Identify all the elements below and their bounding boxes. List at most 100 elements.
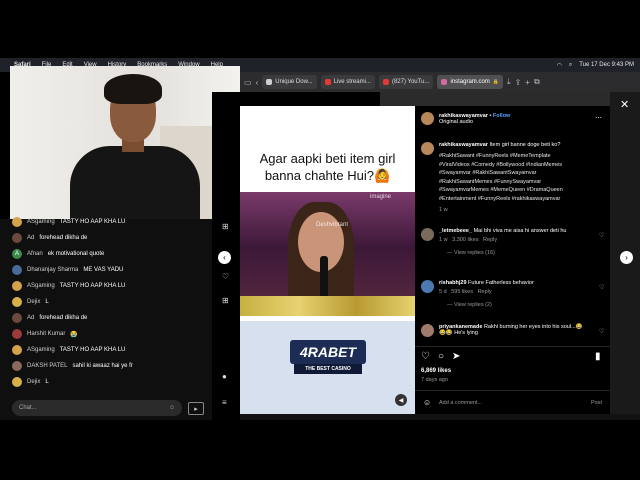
comment-icon[interactable]: ○ bbox=[438, 351, 444, 362]
chat-text: ME VAS YADU bbox=[83, 267, 124, 273]
search-icon[interactable]: ⌕ bbox=[569, 62, 572, 69]
comment-likes[interactable]: 595 likes bbox=[451, 289, 473, 295]
caption-username[interactable]: rakhikaswayamvar bbox=[439, 142, 488, 148]
chevron-right-icon: › bbox=[625, 253, 628, 262]
create-icon[interactable]: ⊞ bbox=[222, 222, 229, 231]
avatar bbox=[12, 265, 22, 275]
chevron-left-icon: ‹ bbox=[223, 253, 226, 262]
hashtag-line[interactable]: #ViralVideos #Comedy #Bollywood #IndianM… bbox=[439, 161, 609, 170]
chat-username: ASgaming bbox=[27, 347, 55, 353]
menu-icon[interactable]: ≡ bbox=[222, 398, 227, 407]
chat-text: TASTY HO AAP KHA LU bbox=[59, 283, 126, 289]
add-comment-input[interactable]: Add a comment... bbox=[439, 400, 482, 406]
avatar[interactable] bbox=[421, 324, 434, 337]
browser-toolbar: ▭ ‹ Unique Dow... Live streami... (827) … bbox=[240, 72, 640, 92]
hashtag-line[interactable]: #SwayamvarMemes #MemeQueen #DramaQueen bbox=[439, 186, 609, 195]
divider bbox=[415, 346, 610, 347]
share-icon[interactable]: ➤ bbox=[452, 351, 460, 362]
chat-message: ASgaming TASTY HO AAP KHA LU bbox=[12, 217, 125, 227]
new-tab-icon[interactable]: + bbox=[525, 78, 530, 87]
follow-button[interactable]: Follow bbox=[493, 113, 510, 119]
download-icon[interactable]: ⤓ bbox=[507, 77, 511, 87]
like-comment-icon[interactable]: ♡ bbox=[599, 284, 604, 291]
hashtag-line[interactable]: #Entertainment #FunnyReels #rakhikaswaya… bbox=[439, 195, 609, 204]
post-likes[interactable]: 6,869 likes bbox=[421, 368, 451, 374]
avatar bbox=[12, 361, 22, 371]
avatar[interactable] bbox=[421, 228, 434, 241]
watermark-text: Deshvibrant bbox=[316, 222, 349, 228]
video-clip: imagine Deshvibrant bbox=[240, 192, 415, 316]
avatar[interactable] bbox=[421, 142, 434, 155]
close-icon[interactable]: ✕ bbox=[620, 98, 629, 111]
avatar[interactable] bbox=[421, 280, 434, 293]
avatar bbox=[12, 217, 22, 227]
chat-username: Afnan bbox=[27, 251, 43, 257]
chat-text: ek motivational quote bbox=[47, 251, 105, 257]
browser-tab-2[interactable]: Live streami... bbox=[320, 75, 375, 89]
avatar[interactable] bbox=[421, 112, 434, 125]
comment: _letmebeee_ Mai bhi viva me aisa hi answ… bbox=[421, 228, 596, 256]
chat-message: Dejix L bbox=[12, 297, 49, 307]
browser-tab-instagram[interactable]: instagram.com 🔒 bbox=[437, 75, 504, 89]
chat-message: Ad forehead dikha de bbox=[12, 313, 87, 323]
avatar bbox=[12, 377, 22, 387]
more-options-icon[interactable]: ⋯ bbox=[595, 114, 602, 122]
view-replies-button[interactable]: View replies (16) bbox=[454, 250, 495, 256]
emoji-icon[interactable]: ☺ bbox=[169, 405, 175, 411]
reply-button[interactable]: Reply bbox=[478, 289, 492, 295]
browser-tab-3[interactable]: (827) YouTu... bbox=[378, 75, 434, 89]
tab-overview-icon[interactable]: ⧉ bbox=[534, 77, 540, 87]
hashtag-line[interactable]: #RakhiSawantMemes #FunnySwayamvar bbox=[439, 178, 609, 187]
video-caption: Agar aapki beti item girl banna chahte H… bbox=[259, 151, 396, 183]
mute-button[interactable]: ◀ bbox=[395, 394, 407, 406]
post-username[interactable]: rakhikaswayamvar bbox=[439, 113, 488, 119]
share-icon[interactable]: ⇪ bbox=[515, 78, 522, 87]
sidebar-toggle-icon[interactable]: ▭ bbox=[244, 78, 252, 87]
like-icon[interactable]: ♡ bbox=[421, 351, 430, 362]
chat-input[interactable]: Chat... ☺ bbox=[12, 400, 182, 416]
reply-button[interactable]: Reply bbox=[483, 237, 497, 243]
emoji-icon[interactable]: ☺ bbox=[423, 398, 431, 407]
instagram-icon bbox=[441, 79, 448, 85]
save-icon[interactable]: ▮ bbox=[595, 351, 601, 362]
hashtag-line[interactable]: #RakhiSawant #FunnyReels #MemeTemplate bbox=[439, 152, 609, 161]
previous-post-button[interactable]: ‹ bbox=[218, 251, 231, 264]
chat-username: Harshit Kumar bbox=[27, 331, 66, 337]
like-comment-icon[interactable]: ♡ bbox=[599, 232, 604, 239]
next-post-button[interactable]: › bbox=[620, 251, 633, 264]
comment-age: 5 d bbox=[439, 289, 447, 295]
divider bbox=[415, 390, 610, 391]
post-comment-button[interactable]: Post bbox=[591, 400, 602, 406]
like-comment-icon[interactable]: ♡ bbox=[599, 328, 604, 335]
post-details-panel: rakhikaswayamvar • Follow Original audio… bbox=[415, 106, 610, 414]
chat-message: Dejix L bbox=[12, 377, 49, 387]
chat-username: ASgaming bbox=[27, 283, 55, 289]
audio-label[interactable]: Original audio bbox=[439, 119, 510, 125]
reel-video[interactable]: Agar aapki beti item girl banna chahte H… bbox=[240, 106, 415, 414]
add-post-icon[interactable]: ⊞ bbox=[222, 296, 229, 305]
notifications-icon[interactable]: ● bbox=[222, 372, 227, 381]
chat-username: Ad bbox=[27, 315, 35, 321]
chat-username: DAKSH PATEL bbox=[27, 363, 68, 369]
hashtag-line[interactable]: #Swayamvar #RakhiSawantSwayamvar bbox=[439, 169, 609, 178]
chat-text: forehead dikha de bbox=[39, 315, 88, 321]
caption-text: Item girl banne doge beti ko? bbox=[489, 142, 561, 148]
ad-logo: 4RABET bbox=[290, 340, 366, 364]
browser-tab-1[interactable]: Unique Dow... bbox=[262, 75, 317, 89]
comment-username[interactable]: rishabhj29 bbox=[439, 280, 467, 286]
comment-likes[interactable]: 3,300 likes bbox=[452, 237, 478, 243]
send-icon: ▸ bbox=[194, 405, 198, 413]
youtube-icon bbox=[324, 79, 331, 85]
chat-input-placeholder: Chat... bbox=[19, 405, 37, 411]
wifi-icon[interactable]: ◠ bbox=[557, 62, 562, 69]
menubar-clock[interactable]: Tue 17 Dec 9:43 PM bbox=[579, 62, 634, 68]
avatar bbox=[12, 329, 22, 339]
youtube-icon bbox=[382, 79, 389, 85]
back-icon[interactable]: ‹ bbox=[256, 78, 259, 87]
send-button[interactable]: ▸ bbox=[188, 402, 204, 415]
heart-icon[interactable]: ♡ bbox=[222, 272, 229, 281]
comment-username[interactable]: _letmebeee_ bbox=[439, 228, 472, 234]
chat-text: forehead dikha de bbox=[39, 235, 88, 241]
view-replies-button[interactable]: View replies (2) bbox=[454, 302, 492, 308]
post-caption: rakhikaswayamvar Item girl banne doge be… bbox=[421, 142, 609, 213]
